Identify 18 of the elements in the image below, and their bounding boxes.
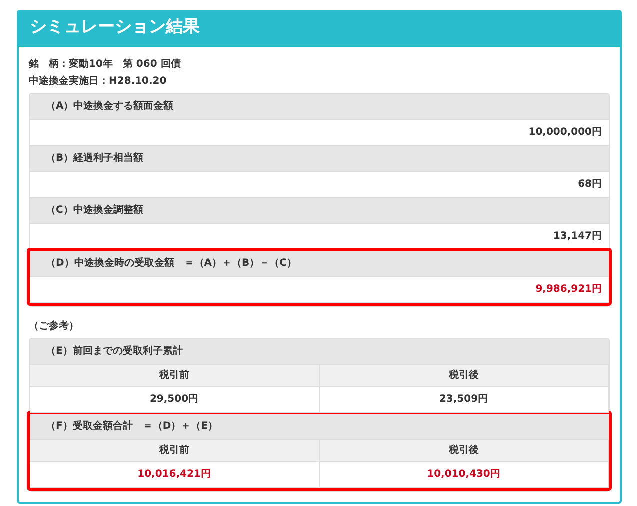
note-label: （ご参考） (29, 320, 80, 334)
section-header: （A）中途換金する額面金額 (30, 94, 609, 120)
section-header: （F）受取金額合計 ＝（D）＋（E） (30, 414, 609, 440)
info-text: 中途換金実施日：H28.10.20 (29, 74, 168, 89)
section-header: （B）経過利子相当額 (30, 146, 609, 172)
section-header: （D）中途換金時の受取金額 ＝（A）＋（B）－（C） (30, 251, 609, 277)
amount-cell: 10,010,430円 (320, 462, 609, 488)
column-header: 税引後 (320, 440, 609, 462)
section-header: （E）前回までの受取利子累計 (30, 339, 609, 365)
amount-cell: 29,500円 (30, 387, 320, 413)
column-header: 税引前 (30, 440, 320, 462)
column-header: 税引前 (30, 365, 320, 387)
amount-cell: 10,016,421円 (30, 462, 320, 488)
amount-cell: 23,509円 (320, 387, 609, 413)
section-header: （C）中途換金調整額 (30, 198, 609, 224)
panel-title: シミュレーション結果 (19, 10, 620, 47)
column-header: 税引後 (320, 365, 609, 387)
info-text: 銘 柄：変動10年 第 060 回債 (29, 57, 182, 72)
